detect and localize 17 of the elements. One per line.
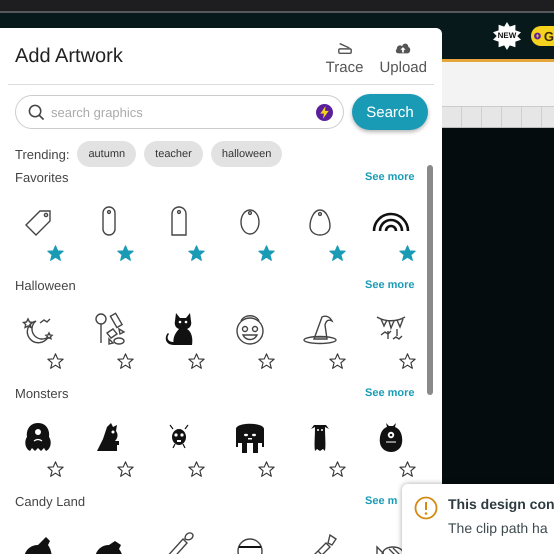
section-title: Candy Land <box>15 494 86 508</box>
upload-button[interactable]: Upload <box>379 40 427 76</box>
panel-title: Add Artwork <box>15 44 123 68</box>
search-input[interactable]: search graphics <box>49 104 312 120</box>
toast-message: The clip path ha <box>448 520 549 536</box>
tag-chip[interactable]: teacher <box>144 141 203 167</box>
tag-chip[interactable]: autumn <box>77 141 136 167</box>
trending-label: Trending: <box>15 146 70 162</box>
toast-title: This design con <box>448 496 554 512</box>
tag-chip[interactable]: halloween <box>210 141 282 167</box>
upgrade-button[interactable]: G <box>531 26 554 46</box>
section-title: Monsters <box>15 386 70 400</box>
search-field[interactable]: search graphics <box>15 95 344 129</box>
trace-button[interactable]: Trace <box>326 40 364 76</box>
section-title: Favorites <box>15 170 70 184</box>
section-title: Halloween <box>15 278 77 292</box>
badge-label: NEW <box>496 31 518 40</box>
